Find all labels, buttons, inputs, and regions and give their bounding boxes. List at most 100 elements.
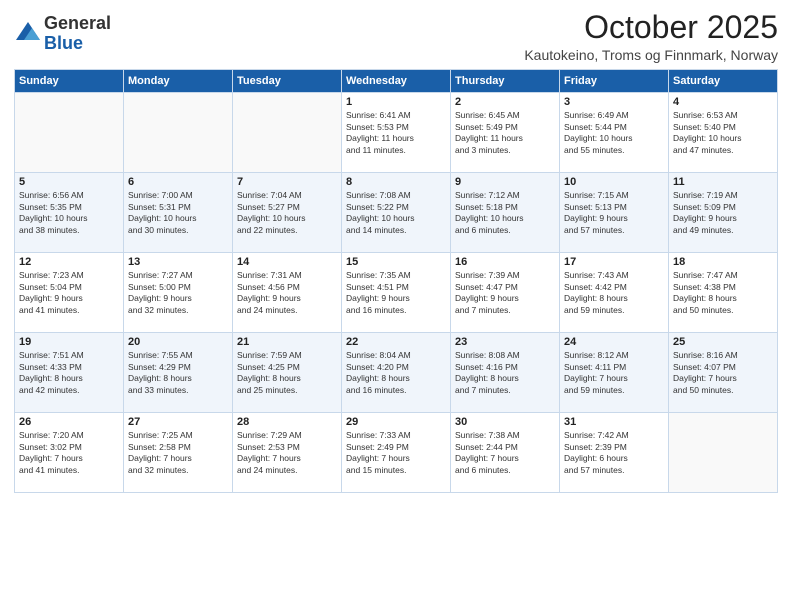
day-number: 20 <box>128 336 228 348</box>
col-tuesday: Tuesday <box>233 70 342 93</box>
calendar-cell: 21 Sunrise: 7:59 AM Sunset: 4:25 PM Dayli… <box>233 333 342 413</box>
calendar-cell: 15Sunrise: 7:35 AM Sunset: 4:51 PM Dayli… <box>342 253 451 333</box>
col-monday: Monday <box>124 70 233 93</box>
calendar-cell: 30 Sunrise: 7:38 AM Sunset: 2:44 PM Dayli… <box>451 413 560 493</box>
day-number: 12 <box>19 256 119 268</box>
day-info: Sunrise: 6:53 AM Sunset: 5:40 PM Dayligh… <box>673 110 773 156</box>
day-number: 2 <box>455 96 555 108</box>
calendar-cell: 6Sunrise: 7:00 AM Sunset: 5:31 PM Daylig… <box>124 173 233 253</box>
day-number: 21 <box>237 336 337 348</box>
col-saturday: Saturday <box>669 70 778 93</box>
day-number: 24 <box>564 336 664 348</box>
day-info: Sunrise: 7:33 AM Sunset: 2:49 PM Dayligh… <box>346 430 446 476</box>
calendar-cell: 3Sunrise: 6:49 AM Sunset: 5:44 PM Daylig… <box>560 93 669 173</box>
logo-blue: Blue <box>44 33 83 53</box>
calendar-cell: 2Sunrise: 6:45 AM Sunset: 5:49 PM Daylig… <box>451 93 560 173</box>
day-number: 25 <box>673 336 773 348</box>
day-info: Sunrise: 7:20 AM Sunset: 3:02 PM Dayligh… <box>19 430 119 476</box>
day-info: Sunrise: 7:43 AM Sunset: 4:42 PM Dayligh… <box>564 270 664 316</box>
day-info: Sunrise: 7:38 AM Sunset: 2:44 PM Dayligh… <box>455 430 555 476</box>
day-number: 6 <box>128 176 228 188</box>
calendar-cell <box>15 93 124 173</box>
calendar-cell: 5Sunrise: 6:56 AM Sunset: 5:35 PM Daylig… <box>15 173 124 253</box>
calendar-week-3: 12 Sunrise: 7:23 AM Sunset: 5:04 PM Dayli… <box>15 253 778 333</box>
title-section: October 2025 Kautokeino, Troms og Finnma… <box>524 10 778 63</box>
day-number: 17 <box>564 256 664 268</box>
logo: General Blue <box>14 14 111 54</box>
day-number: 7 <box>237 176 337 188</box>
calendar-week-5: 26 Sunrise: 7:20 AM Sunset: 3:02 PM Dayli… <box>15 413 778 493</box>
day-info: Sunrise: 7:39 AM Sunset: 4:47 PM Dayligh… <box>455 270 555 316</box>
day-info: Sunrise: 7:55 AM Sunset: 4:29 PM Dayligh… <box>128 350 228 396</box>
location: Kautokeino, Troms og Finnmark, Norway <box>524 47 778 63</box>
calendar-cell: 29Sunrise: 7:33 AM Sunset: 2:49 PM Dayli… <box>342 413 451 493</box>
calendar-cell <box>233 93 342 173</box>
col-wednesday: Wednesday <box>342 70 451 93</box>
calendar-cell: 26 Sunrise: 7:20 AM Sunset: 3:02 PM Dayli… <box>15 413 124 493</box>
day-number: 4 <box>673 96 773 108</box>
logo-general: General <box>44 13 111 33</box>
calendar-cell: 18Sunrise: 7:47 AM Sunset: 4:38 PM Dayli… <box>669 253 778 333</box>
calendar-cell: 31Sunrise: 7:42 AM Sunset: 2:39 PM Dayli… <box>560 413 669 493</box>
day-info: Sunrise: 8:12 AM Sunset: 4:11 PM Dayligh… <box>564 350 664 396</box>
logo-text: General Blue <box>44 14 111 54</box>
day-info: Sunrise: 7:23 AM Sunset: 5:04 PM Dayligh… <box>19 270 119 316</box>
page: General Blue October 2025 Kautokeino, Tr… <box>0 0 792 612</box>
day-info: Sunrise: 7:42 AM Sunset: 2:39 PM Dayligh… <box>564 430 664 476</box>
day-number: 23 <box>455 336 555 348</box>
calendar-cell: 20 Sunrise: 7:55 AM Sunset: 4:29 PM Dayli… <box>124 333 233 413</box>
calendar-cell <box>669 413 778 493</box>
calendar-cell: 14 Sunrise: 7:31 AM Sunset: 4:56 PM Dayli… <box>233 253 342 333</box>
day-number: 28 <box>237 416 337 428</box>
calendar-cell: 27 Sunrise: 7:25 AM Sunset: 2:58 PM Dayli… <box>124 413 233 493</box>
day-number: 10 <box>564 176 664 188</box>
day-info: Sunrise: 8:16 AM Sunset: 4:07 PM Dayligh… <box>673 350 773 396</box>
calendar-cell <box>124 93 233 173</box>
day-info: Sunrise: 7:31 AM Sunset: 4:56 PM Dayligh… <box>237 270 337 316</box>
day-info: Sunrise: 8:08 AM Sunset: 4:16 PM Dayligh… <box>455 350 555 396</box>
day-number: 15 <box>346 256 446 268</box>
day-number: 22 <box>346 336 446 348</box>
calendar-cell: 23 Sunrise: 8:08 AM Sunset: 4:16 PM Dayli… <box>451 333 560 413</box>
day-info: Sunrise: 8:04 AM Sunset: 4:20 PM Dayligh… <box>346 350 446 396</box>
calendar-cell: 24 Sunrise: 8:12 AM Sunset: 4:11 PM Dayli… <box>560 333 669 413</box>
day-number: 18 <box>673 256 773 268</box>
day-info: Sunrise: 7:27 AM Sunset: 5:00 PM Dayligh… <box>128 270 228 316</box>
calendar-cell: 19Sunrise: 7:51 AM Sunset: 4:33 PM Dayli… <box>15 333 124 413</box>
day-info: Sunrise: 7:15 AM Sunset: 5:13 PM Dayligh… <box>564 190 664 236</box>
calendar-cell: 11 Sunrise: 7:19 AM Sunset: 5:09 PM Dayli… <box>669 173 778 253</box>
col-thursday: Thursday <box>451 70 560 93</box>
day-info: Sunrise: 6:41 AM Sunset: 5:53 PM Dayligh… <box>346 110 446 156</box>
calendar-table: Sunday Monday Tuesday Wednesday Thursday… <box>14 69 778 493</box>
day-number: 14 <box>237 256 337 268</box>
day-info: Sunrise: 7:29 AM Sunset: 2:53 PM Dayligh… <box>237 430 337 476</box>
month-title: October 2025 <box>524 10 778 45</box>
day-number: 30 <box>455 416 555 428</box>
calendar-cell: 7Sunrise: 7:04 AM Sunset: 5:27 PM Daylig… <box>233 173 342 253</box>
calendar-header-row: Sunday Monday Tuesday Wednesday Thursday… <box>15 70 778 93</box>
calendar-cell: 13 Sunrise: 7:27 AM Sunset: 5:00 PM Dayli… <box>124 253 233 333</box>
day-info: Sunrise: 6:49 AM Sunset: 5:44 PM Dayligh… <box>564 110 664 156</box>
col-sunday: Sunday <box>15 70 124 93</box>
calendar-cell: 28 Sunrise: 7:29 AM Sunset: 2:53 PM Dayli… <box>233 413 342 493</box>
day-number: 11 <box>673 176 773 188</box>
day-number: 13 <box>128 256 228 268</box>
day-number: 9 <box>455 176 555 188</box>
logo-icon <box>14 20 42 48</box>
calendar-week-2: 5Sunrise: 6:56 AM Sunset: 5:35 PM Daylig… <box>15 173 778 253</box>
day-info: Sunrise: 7:08 AM Sunset: 5:22 PM Dayligh… <box>346 190 446 236</box>
calendar-week-4: 19Sunrise: 7:51 AM Sunset: 4:33 PM Dayli… <box>15 333 778 413</box>
day-info: Sunrise: 7:25 AM Sunset: 2:58 PM Dayligh… <box>128 430 228 476</box>
day-number: 26 <box>19 416 119 428</box>
calendar-cell: 17 Sunrise: 7:43 AM Sunset: 4:42 PM Dayli… <box>560 253 669 333</box>
day-info: Sunrise: 7:19 AM Sunset: 5:09 PM Dayligh… <box>673 190 773 236</box>
calendar-cell: 16 Sunrise: 7:39 AM Sunset: 4:47 PM Dayli… <box>451 253 560 333</box>
calendar-cell: 8Sunrise: 7:08 AM Sunset: 5:22 PM Daylig… <box>342 173 451 253</box>
day-number: 5 <box>19 176 119 188</box>
col-friday: Friday <box>560 70 669 93</box>
day-info: Sunrise: 7:59 AM Sunset: 4:25 PM Dayligh… <box>237 350 337 396</box>
day-number: 1 <box>346 96 446 108</box>
day-number: 27 <box>128 416 228 428</box>
day-number: 16 <box>455 256 555 268</box>
calendar-cell: 1 Sunrise: 6:41 AM Sunset: 5:53 PM Daylig… <box>342 93 451 173</box>
